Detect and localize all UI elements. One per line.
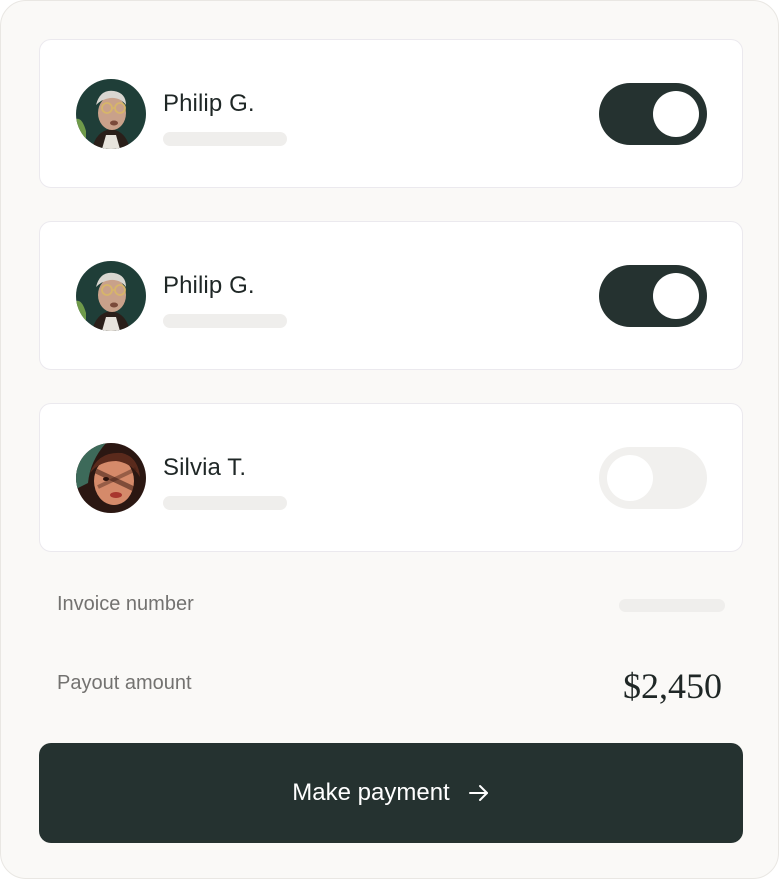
invoice-number-placeholder (619, 599, 725, 612)
arrow-right-icon (468, 785, 488, 801)
payee-name: Philip G. (163, 272, 255, 299)
payee-detail-placeholder (163, 496, 287, 510)
avatar (76, 261, 146, 331)
woman-portrait-avatar-icon (76, 443, 146, 513)
avatar (76, 443, 146, 513)
payee-card: Philip G. (39, 39, 743, 188)
toggle-knob (653, 273, 699, 319)
payee-card: Silvia T. (39, 403, 743, 552)
make-payment-label: Make payment (292, 779, 450, 806)
payout-amount-label: Payout amount (57, 672, 192, 694)
payee-card: Philip G. (39, 221, 743, 370)
invoice-number-label: Invoice number (57, 593, 194, 615)
toggle-knob (653, 91, 699, 137)
payee-toggle[interactable] (599, 83, 707, 145)
payee-detail-placeholder (163, 132, 287, 146)
payment-panel: Philip G. Philip G. Silvia T. Invoice nu… (0, 0, 779, 879)
make-payment-button[interactable]: Make payment (39, 743, 743, 843)
man-glasses-avatar-icon (76, 261, 146, 331)
payee-detail-placeholder (163, 314, 287, 328)
avatar (76, 79, 146, 149)
payee-toggle[interactable] (599, 447, 707, 509)
man-glasses-avatar-icon (76, 79, 146, 149)
payout-amount-value: $2,450 (623, 666, 722, 706)
payee-name: Silvia T. (163, 454, 247, 481)
toggle-knob (607, 455, 653, 501)
payee-name: Philip G. (163, 90, 255, 117)
payee-toggle[interactable] (599, 265, 707, 327)
